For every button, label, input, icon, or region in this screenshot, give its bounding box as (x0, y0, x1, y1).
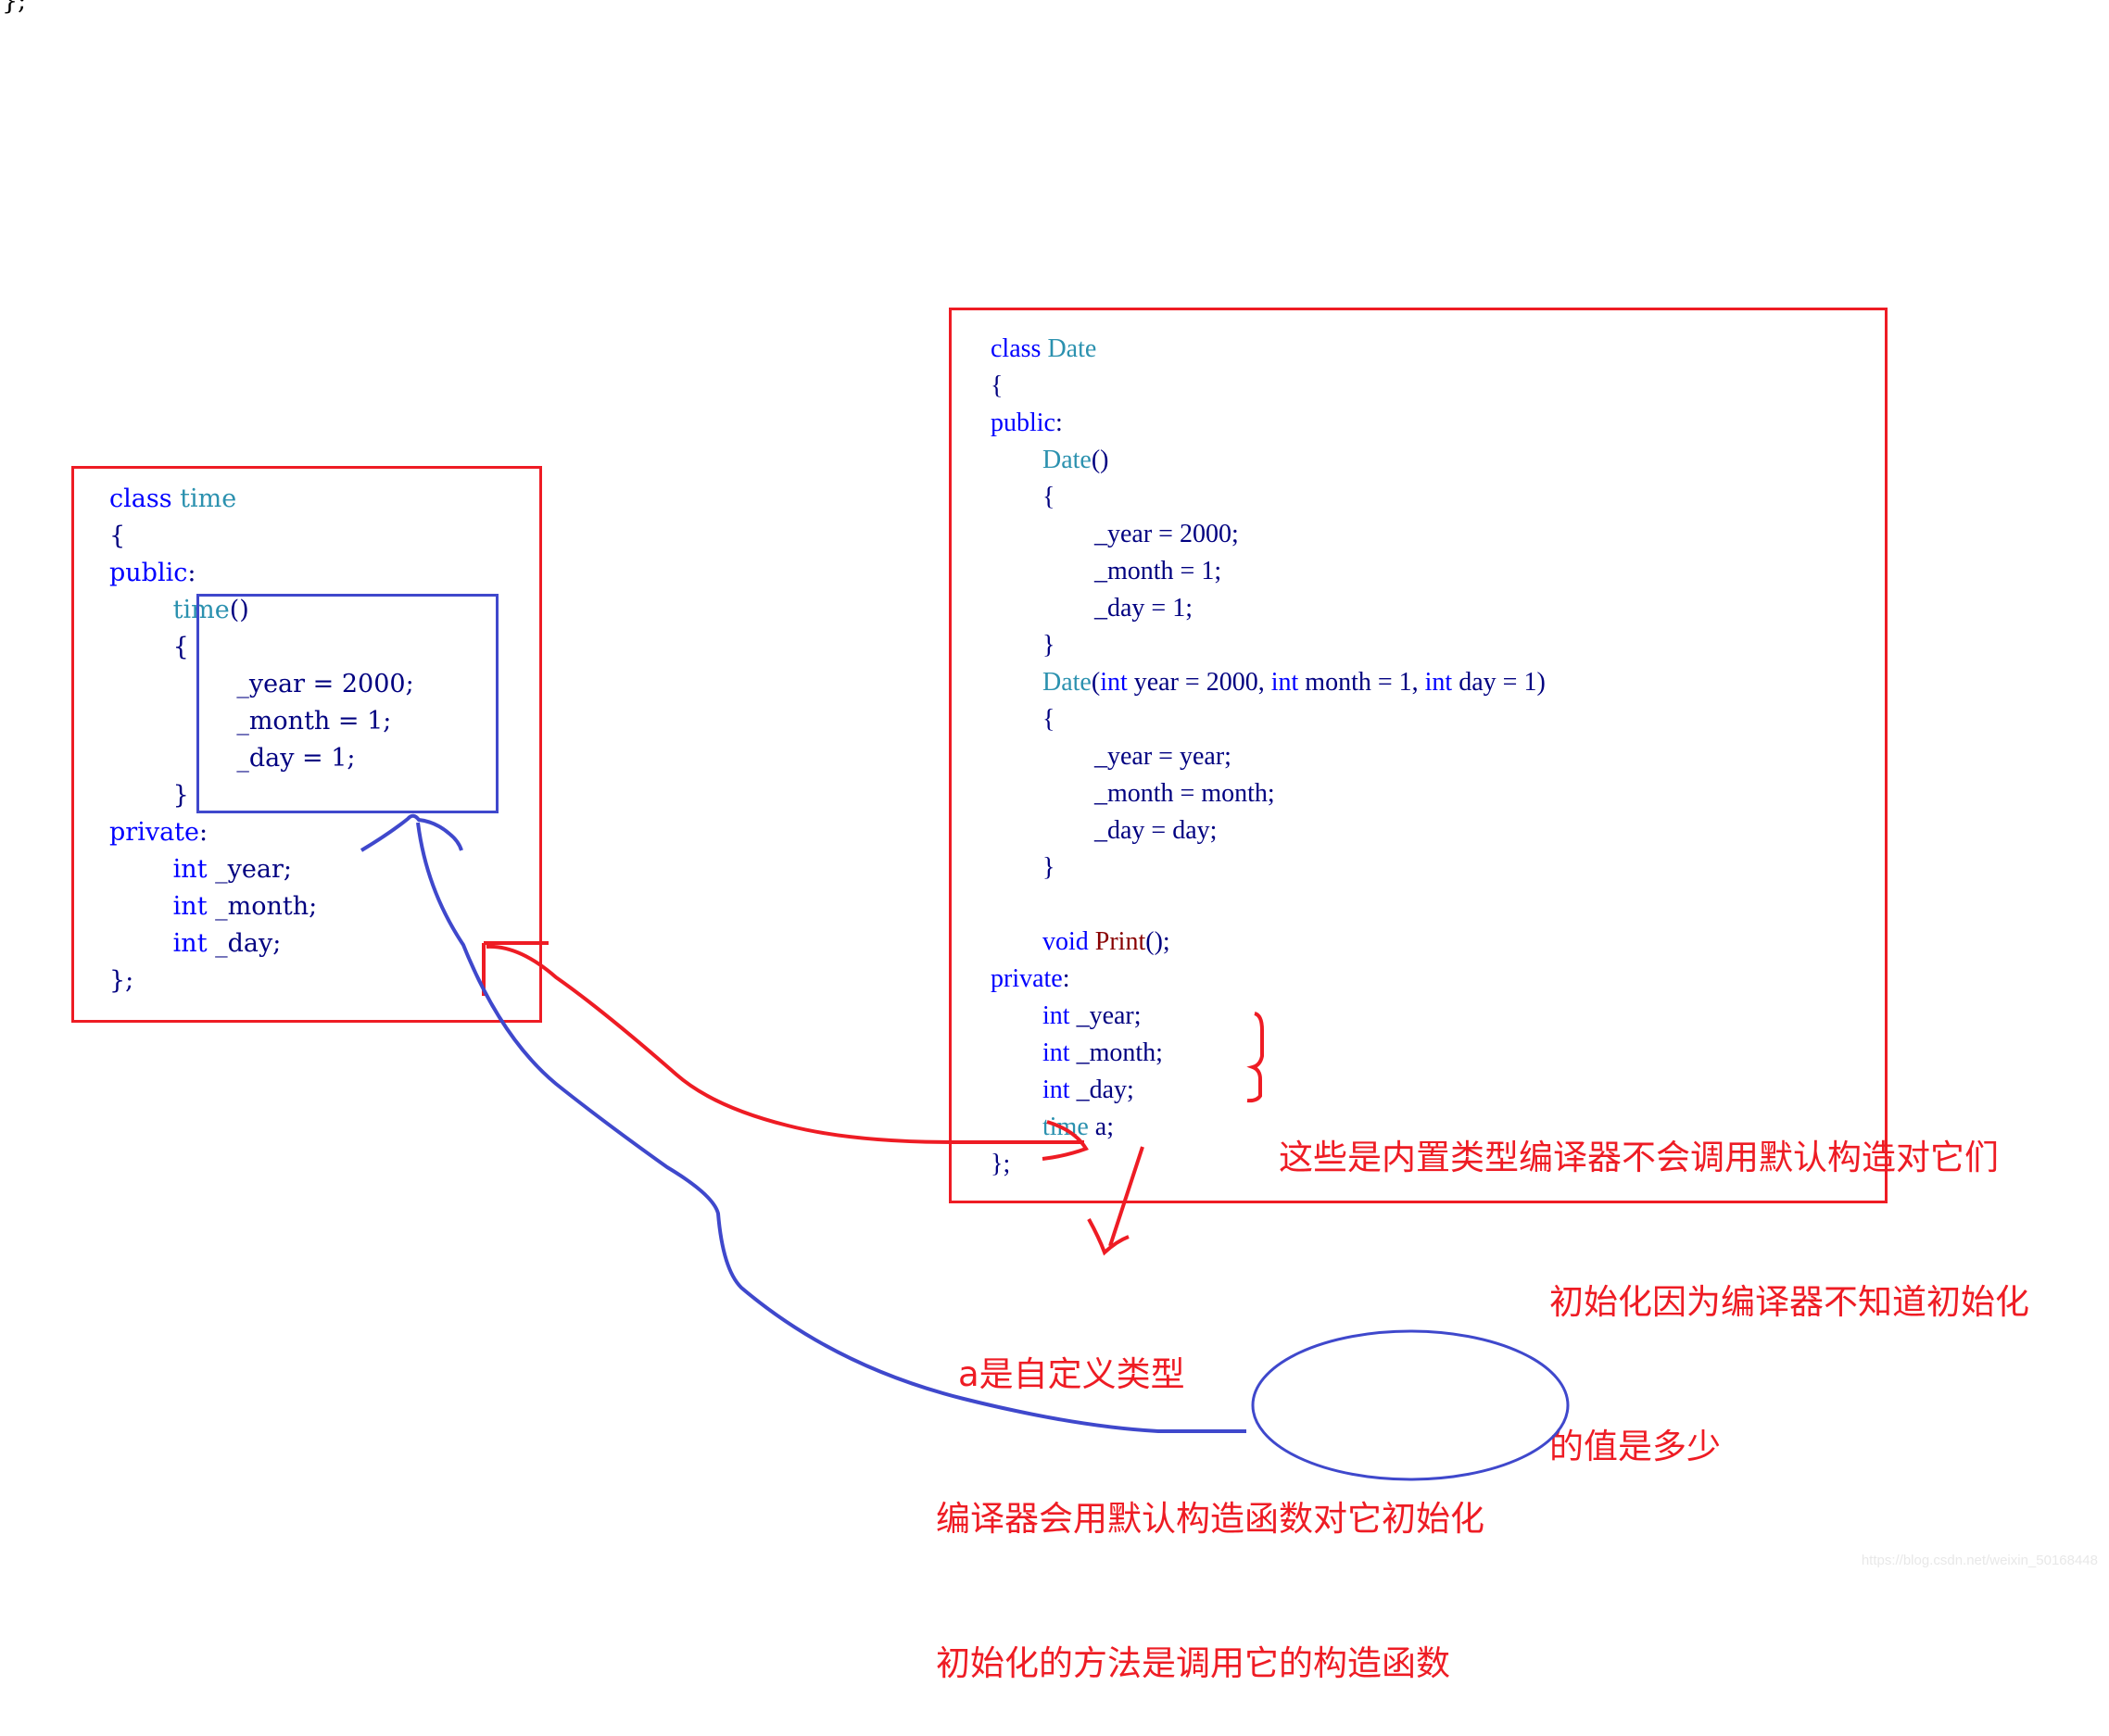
time-code-token: int (172, 929, 208, 958)
date-code-token: _month = month; (1094, 779, 1275, 808)
date-code-token: Date (1042, 446, 1092, 474)
date-code-token: class (991, 334, 1048, 363)
date-code-line: public: (991, 405, 1546, 442)
date-code-line: } (991, 849, 1546, 887)
time-code-line: int _month; (109, 888, 414, 925)
date-code-token: _day; (1069, 1076, 1134, 1104)
time-code-token: time (180, 484, 237, 513)
date-code-token: }; (991, 1150, 1011, 1178)
time-code-line: class time (109, 481, 414, 518)
date-code-token: { (991, 371, 1004, 400)
time-code-token: } (172, 781, 189, 810)
date-code-line: { (991, 701, 1546, 738)
date-code-token: } (1042, 631, 1055, 660)
builtin-note-line-1: 这些是内置类型编译器不会调用默认构造对它们 (1279, 1138, 1999, 1177)
date-code-token: month = 1, (1298, 668, 1425, 697)
date-code-line: class Date (991, 331, 1546, 368)
time-code-line: { (109, 518, 414, 555)
date-code-token: (); (1145, 927, 1170, 956)
custom-type-note: a是自定义类型 编译器会用默认构造函数对它初始化 初始化的方法是调用它的构造函数 (936, 1254, 1484, 1736)
date-code-token: _year = 2000; (1094, 520, 1239, 548)
date-code-token: Print (1094, 927, 1146, 956)
date-code-token: time (1042, 1113, 1089, 1141)
date-code-token: } (1042, 853, 1055, 882)
date-code-token: int (1100, 668, 1128, 697)
date-code-token: int (1270, 668, 1299, 697)
time-code-line: private: (109, 814, 414, 851)
time-code-token: { (172, 633, 189, 661)
custom-note-line-2: 编译器会用默认构造函数对它初始化 (936, 1499, 1484, 1539)
date-code-line: } (991, 627, 1546, 664)
date-code-line: private: (991, 961, 1546, 998)
date-code-line: int _year; (991, 998, 1546, 1035)
date-code-token: int (1042, 1001, 1070, 1030)
time-code-token: class (109, 484, 181, 513)
date-code-token: int (1042, 1038, 1070, 1067)
time-code-line: int _year; (109, 851, 414, 888)
date-code-line: _day = day; (991, 812, 1546, 849)
time-code-token: { (109, 522, 126, 550)
time-code-token: }; (109, 966, 134, 995)
date-code-line: void Print(); (991, 924, 1546, 961)
custom-note-line-3: 初始化的方法是调用它的构造函数 (936, 1643, 1450, 1683)
time-code-token: _year; (207, 855, 292, 884)
date-code-token: year = 2000, (1127, 668, 1271, 697)
date-code-line: _year = year; (991, 738, 1546, 775)
date-code-token: int (1042, 1076, 1070, 1104)
time-code-token: : (187, 559, 196, 587)
date-code-token: { (1042, 483, 1055, 511)
date-code-token: day = 1) (1452, 668, 1546, 697)
time-code-token: _month; (207, 892, 318, 921)
date-code-line: _month = 1; (991, 553, 1546, 590)
date-code-token: _month = 1; (1094, 557, 1222, 585)
date-code-token: _day = 1; (1094, 594, 1193, 623)
date-code-token: { (1042, 705, 1055, 734)
date-code-line: Date() (991, 442, 1546, 479)
date-code-token: () (1091, 446, 1109, 474)
date-code-token: a; (1088, 1113, 1114, 1141)
time-code-line: int _day; (109, 925, 414, 962)
date-code-line: { (991, 479, 1546, 516)
time-code-token: public (109, 559, 188, 587)
date-code-token: int (1424, 668, 1453, 697)
date-code-token: public (991, 409, 1055, 437)
date-code-token: Date (1047, 334, 1097, 363)
time-code-token: private (109, 818, 200, 847)
date-code-token: : (1055, 409, 1063, 437)
date-code-token: : (1062, 964, 1070, 993)
time-constructor-highlight-box (196, 594, 499, 813)
date-code-line: Date(int year = 2000, int month = 1, int… (991, 664, 1546, 701)
date-code-token: Date (1042, 668, 1092, 697)
date-code-token: _day = day; (1094, 816, 1218, 845)
date-code-line (991, 887, 1546, 924)
date-code-token: ( (1091, 668, 1101, 697)
date-code-line: { (991, 368, 1546, 405)
date-code-token: private (991, 964, 1063, 993)
date-code-line: _year = 2000; (991, 516, 1546, 553)
top-code-fragment: }; (2, 0, 27, 16)
time-code-token: _day; (207, 929, 282, 958)
time-code-line: public: (109, 555, 414, 592)
date-code-token: _year = year; (1094, 742, 1231, 771)
watermark: https://blog.csdn.net/weixin_50168448 (1861, 1553, 2098, 1568)
date-code-line: _day = 1; (991, 590, 1546, 627)
time-code-token: int (172, 892, 208, 921)
time-code-line: }; (109, 962, 414, 1000)
date-code-token: void (1042, 927, 1095, 956)
date-code-token: _year; (1069, 1001, 1142, 1030)
time-code-token: int (172, 855, 208, 884)
custom-note-line-1: a是自定义类型 (958, 1354, 1185, 1394)
time-code-token: : (199, 818, 208, 847)
date-code-token: _month; (1069, 1038, 1163, 1067)
date-code-line: _month = month; (991, 775, 1546, 812)
